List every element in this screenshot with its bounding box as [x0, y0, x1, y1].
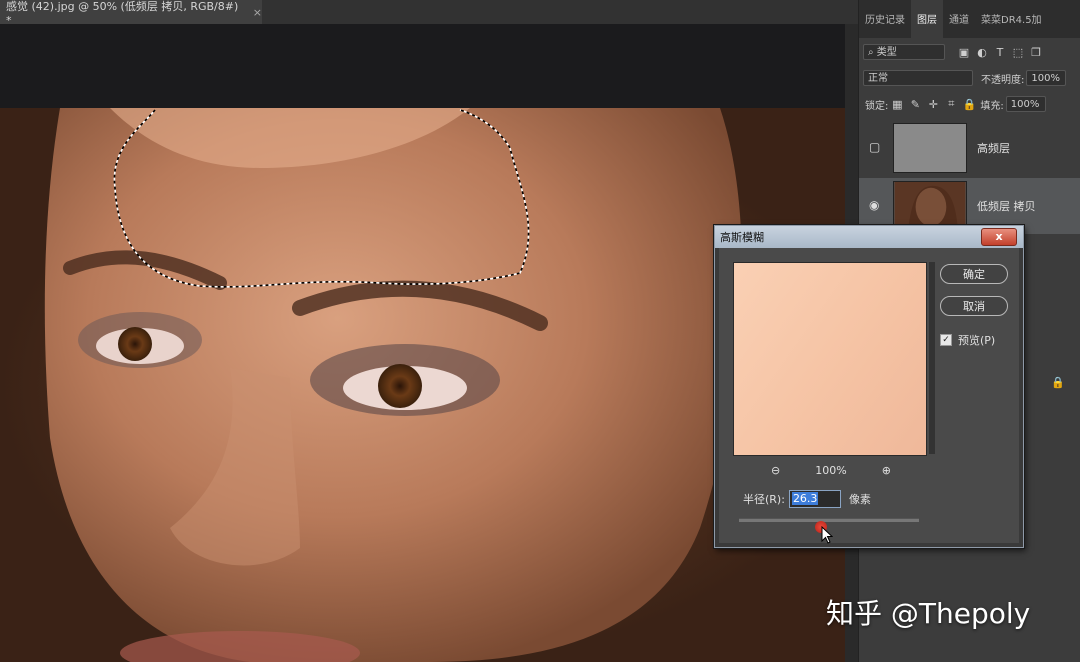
- tab-plugin[interactable]: 菜菜DR4.5加: [975, 0, 1048, 38]
- document-tab[interactable]: 感觉 (42).jpg @ 50% (低频层 拷贝, RGB/8#) * ×: [0, 0, 262, 27]
- layer-thumbnail: [893, 123, 967, 173]
- panel-tabs: 历史记录 图层 通道 菜菜DR4.5加: [859, 0, 1080, 38]
- document-tab-title: 感觉 (42).jpg @ 50% (低频层 拷贝, RGB/8#) *: [6, 0, 239, 27]
- filter-row: ⌕ 类型 ▣ ◐ T ⬚ ❐: [859, 44, 1080, 60]
- dialog-body: 确定 取消 ✓ 预览(P) ⊖ 100% ⊕ 半径(R): 26.3 像素: [719, 248, 1019, 544]
- preview-scrollbar[interactable]: [929, 262, 935, 454]
- close-icon[interactable]: x: [981, 228, 1017, 246]
- layer-thumbnail: [893, 181, 967, 231]
- layer-name: 高频层: [977, 142, 1010, 155]
- blend-row: 正常 不透明度: 100%: [859, 70, 1080, 86]
- smart-object-filter-icon[interactable]: ❐: [1029, 46, 1043, 59]
- visibility-off-icon[interactable]: ▢: [869, 140, 881, 154]
- layer-lock-icon: 🔒: [1051, 376, 1065, 389]
- zoom-controls: ⊖ 100% ⊕: [771, 464, 891, 477]
- lock-artboard-icon[interactable]: ⌗: [944, 97, 958, 111]
- layer-row[interactable]: ▢ 高频层: [859, 120, 1080, 176]
- dialog-title: 高斯模糊: [720, 231, 764, 244]
- eye-icon[interactable]: ◉: [869, 198, 881, 212]
- image-filter-icon[interactable]: ▣: [957, 46, 971, 59]
- tab-layers[interactable]: 图层: [911, 0, 943, 38]
- cancel-button[interactable]: 取消: [940, 296, 1008, 316]
- filter-label: 类型: [876, 47, 897, 58]
- shape-filter-icon[interactable]: ⬚: [1011, 46, 1025, 59]
- radius-unit: 像素: [848, 493, 871, 506]
- radius-slider[interactable]: [739, 518, 919, 522]
- filter-dropdown[interactable]: ⌕ 类型: [863, 44, 945, 60]
- document-tab-bar: 感觉 (42).jpg @ 50% (低频层 拷贝, RGB/8#) * ×: [0, 0, 858, 27]
- mouse-cursor-icon: [821, 526, 833, 544]
- fill-label: 填充:: [980, 100, 1004, 112]
- checkbox-check-icon: ✓: [940, 334, 952, 346]
- lock-pixels-icon[interactable]: ✎: [908, 98, 922, 111]
- type-filter-icon[interactable]: T: [993, 46, 1007, 59]
- zoom-level: 100%: [815, 464, 847, 477]
- radius-input[interactable]: 26.3: [788, 490, 841, 508]
- adjustment-filter-icon[interactable]: ◐: [975, 46, 989, 59]
- preview-checkbox[interactable]: ✓ 预览(P): [940, 332, 995, 348]
- ok-button[interactable]: 确定: [940, 264, 1008, 284]
- tab-channels[interactable]: 通道: [943, 0, 975, 38]
- radius-value: 26.3: [791, 492, 819, 505]
- lock-transparent-icon[interactable]: ▦: [890, 98, 904, 111]
- radius-label: 半径(R):: [743, 493, 785, 506]
- search-icon: ⌕: [868, 47, 874, 58]
- layer-name: 低频层 拷贝: [977, 200, 1036, 213]
- radius-row: 半径(R): 26.3 像素: [743, 490, 871, 508]
- blur-preview[interactable]: [733, 262, 927, 456]
- tab-history[interactable]: 历史记录: [859, 0, 911, 38]
- lock-label: 锁定:: [865, 100, 889, 112]
- watermark: 知乎 @Thepoly: [826, 597, 1031, 630]
- fill-field[interactable]: 100%: [1005, 96, 1046, 112]
- zoom-in-icon[interactable]: ⊕: [882, 464, 891, 477]
- dialog-title-bar[interactable]: 高斯模糊 x: [715, 226, 1023, 248]
- lock-row: 锁定: ▦ ✎ ✛ ⌗ 🔒 填充: 100%: [859, 96, 1080, 112]
- preview-label: 预览(P): [958, 334, 996, 347]
- gaussian-blur-dialog: 高斯模糊 x 确定 取消 ✓ 预览(P) ⊖ 100% ⊕ 半径(R): 26.…: [714, 225, 1024, 548]
- opacity-label: 不透明度:: [981, 74, 1025, 86]
- opacity-field[interactable]: 100%: [1026, 70, 1067, 86]
- blend-mode-dropdown[interactable]: 正常: [863, 70, 973, 86]
- lock-position-icon[interactable]: ✛: [926, 98, 940, 111]
- lock-all-icon[interactable]: 🔒: [962, 98, 977, 111]
- close-tab-icon[interactable]: ×: [253, 6, 262, 19]
- zoom-out-icon[interactable]: ⊖: [771, 464, 780, 477]
